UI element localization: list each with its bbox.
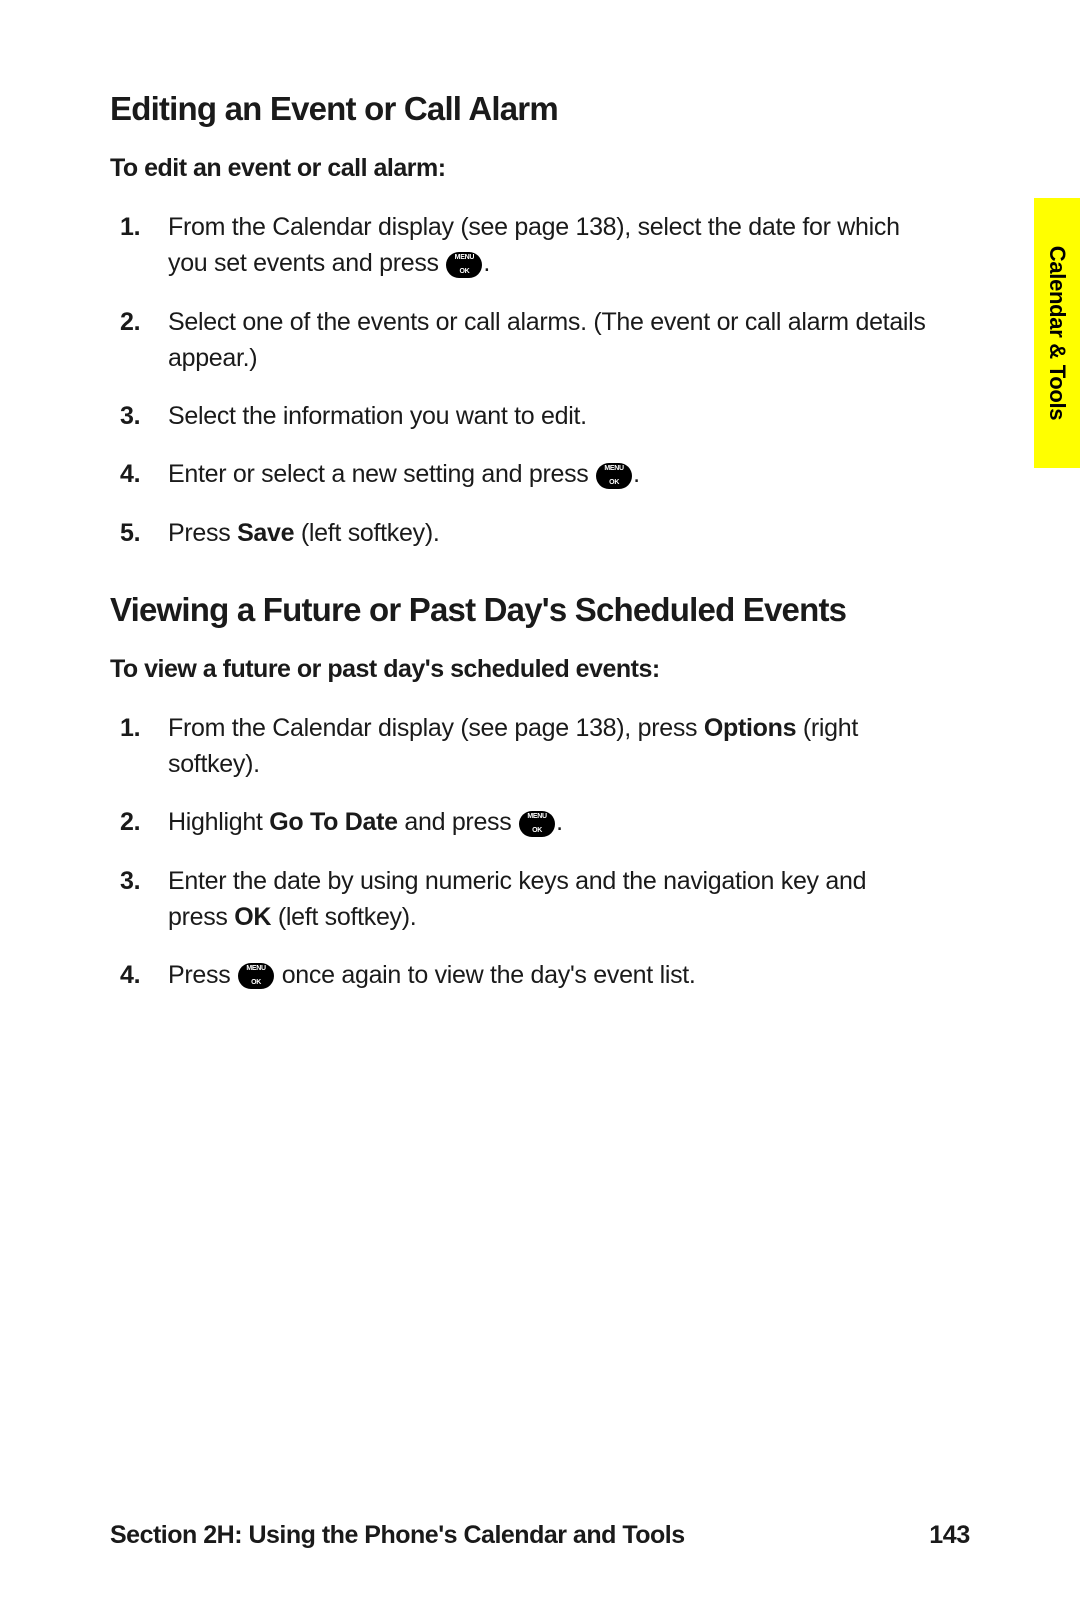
section-viewing-events: Viewing a Future or Past Day's Scheduled… [110,591,930,994]
page-footer: Section 2H: Using the Phone's Calendar a… [110,1521,970,1550]
heading-viewing-events: Viewing a Future or Past Day's Scheduled… [110,591,930,629]
step-number: 1. [120,710,140,746]
list-item: 2. Highlight Go To Date and press . [168,804,930,840]
menu-ok-icon [238,963,274,989]
step-number: 4. [120,456,140,492]
step-text: . [483,249,490,277]
step-text: Highlight [168,808,269,836]
step-number: 4. [120,957,140,993]
section-editing-event: Editing an Event or Call Alarm To edit a… [110,90,930,551]
step-text: and press [398,808,518,836]
steps-list-view: 1. From the Calendar display (see page 1… [110,710,930,994]
step-number: 2. [120,304,140,340]
step-bold: Options [704,714,796,742]
subhead-view-instructions: To view a future or past day's scheduled… [110,655,930,684]
step-text: Enter or select a new setting and press [168,460,595,488]
menu-ok-icon [519,811,555,837]
page-content: Editing an Event or Call Alarm To edit a… [110,90,930,1033]
heading-editing-event: Editing an Event or Call Alarm [110,90,930,128]
step-bold: Save [237,519,294,547]
steps-list-edit: 1. From the Calendar display (see page 1… [110,209,930,551]
list-item: 3. Select the information you want to ed… [168,398,930,434]
step-number: 3. [120,863,140,899]
step-number: 1. [120,209,140,245]
step-text: once again to view the day's event list. [275,961,696,989]
list-item: 1. From the Calendar display (see page 1… [168,710,930,783]
step-text: (left softkey). [271,903,416,931]
menu-ok-icon [446,252,482,278]
step-text: . [633,460,640,488]
step-number: 3. [120,398,140,434]
section-tab: Calendar & Tools [1034,198,1080,468]
step-text: . [556,808,563,836]
step-text: From the Calendar display (see page 138)… [168,213,900,277]
section-tab-label: Calendar & Tools [1044,246,1070,421]
step-number: 2. [120,804,140,840]
footer-page-number: 143 [929,1521,970,1550]
list-item: 4. Press once again to view the day's ev… [168,957,930,993]
list-item: 4. Enter or select a new setting and pre… [168,456,930,492]
step-text: From the Calendar display (see page 138)… [168,714,704,742]
step-text: Select the information you want to edit. [168,402,587,430]
list-item: 1. From the Calendar display (see page 1… [168,209,930,282]
step-number: 5. [120,515,140,551]
menu-ok-icon [596,463,632,489]
step-text: Select one of the events or call alarms.… [168,308,926,372]
step-bold: OK [234,903,271,931]
subhead-edit-instructions: To edit an event or call alarm: [110,154,930,183]
list-item: 2. Select one of the events or call alar… [168,304,930,377]
list-item: 3. Enter the date by using numeric keys … [168,863,930,936]
step-text: (left softkey). [294,519,439,547]
step-text: Press [168,961,237,989]
step-text: Press [168,519,237,547]
footer-section-title: Section 2H: Using the Phone's Calendar a… [110,1521,685,1550]
list-item: 5. Press Save (left softkey). [168,515,930,551]
step-bold: Go To Date [269,808,397,836]
